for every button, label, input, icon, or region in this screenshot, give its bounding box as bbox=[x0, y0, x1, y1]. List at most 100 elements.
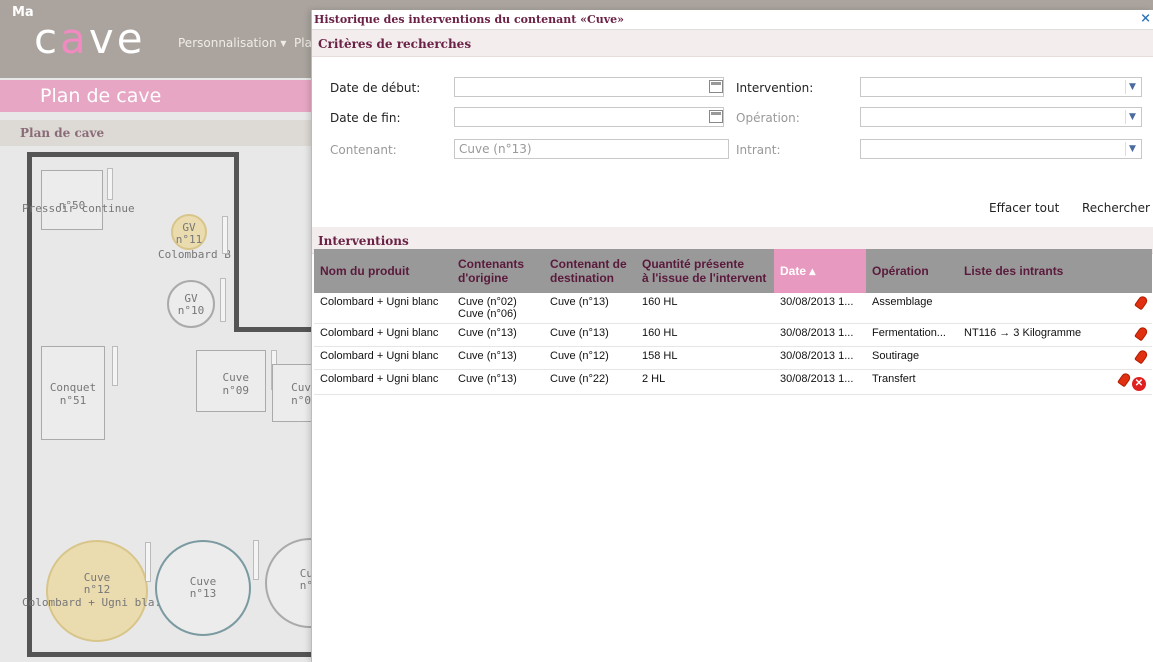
calendar-icon[interactable] bbox=[709, 80, 723, 93]
cell-date: 30/08/2013 1... bbox=[774, 323, 866, 347]
table-row[interactable]: Colombard + Ugni blanc Cuve (n°02) Cuve (… bbox=[314, 293, 1152, 324]
wall bbox=[27, 152, 32, 657]
chevron-down-icon[interactable]: ▼ bbox=[1125, 110, 1139, 124]
cell-actions bbox=[1108, 293, 1152, 324]
col-origine[interactable]: Contenants d'origine bbox=[452, 249, 544, 293]
cell-produit: Colombard + Ugni blanc bbox=[314, 369, 452, 395]
criteria-header: Critères de recherches bbox=[312, 30, 1153, 57]
date-fin-label: Date de fin: bbox=[330, 111, 401, 125]
edit-icon[interactable] bbox=[1134, 294, 1149, 311]
cell-origine: Cuve (n°13) bbox=[452, 323, 544, 347]
chevron-down-icon[interactable]: ▼ bbox=[1125, 80, 1139, 94]
contenant-field: Cuve (n°13) bbox=[454, 139, 729, 159]
date-debut-input[interactable] bbox=[454, 77, 724, 97]
gauge bbox=[222, 216, 228, 254]
gauge bbox=[112, 346, 118, 386]
nav-menu[interactable]: Personnalisation ▾ Pla bbox=[178, 36, 312, 50]
table-row[interactable]: Colombard + Ugni blanc Cuve (n°13) Cuve … bbox=[314, 346, 1152, 370]
cell-origine: Cuve (n°13) bbox=[452, 346, 544, 370]
logo: cave bbox=[34, 14, 146, 63]
col-quantite[interactable]: Quantité présente à l'issue de l'interven… bbox=[636, 249, 774, 293]
dialog-title-bar[interactable]: Historique des interventions du contenan… bbox=[312, 10, 1153, 30]
cell-produit: Colombard + Ugni blanc bbox=[314, 323, 452, 347]
cell-origine: Cuve (n°02) Cuve (n°06) bbox=[452, 293, 544, 324]
tank-gv11[interactable]: GV n°11 bbox=[171, 214, 207, 250]
table-row[interactable]: Colombard + Ugni blanc Cuve (n°13) Cuve … bbox=[314, 369, 1152, 395]
tank-cuve-partial[interactable]: Cuv n°0 bbox=[272, 364, 312, 422]
cell-quantite: 160 HL bbox=[636, 323, 774, 347]
cell-origine: Cuve (n°13) bbox=[452, 369, 544, 395]
cell-quantite: 160 HL bbox=[636, 293, 774, 324]
nav-item-plan[interactable]: Pla bbox=[294, 36, 312, 50]
cell-actions bbox=[1108, 323, 1152, 347]
search-button[interactable]: Rechercher bbox=[1082, 201, 1150, 215]
tank-cuve09[interactable]: Cuve n°09 bbox=[196, 350, 266, 412]
col-produit[interactable]: Nom du produit bbox=[314, 249, 452, 293]
clear-all-button[interactable]: Effacer tout bbox=[989, 201, 1059, 215]
intrant-label: Intrant: bbox=[736, 143, 781, 157]
chevron-down-icon[interactable]: ▼ bbox=[1125, 142, 1139, 156]
close-icon[interactable]: × bbox=[1140, 11, 1151, 26]
dialog-title: Historique des interventions du contenan… bbox=[314, 13, 624, 26]
cell-actions: ✕ bbox=[1108, 369, 1152, 395]
date-debut-label: Date de début: bbox=[330, 81, 421, 95]
table-row[interactable]: Colombard + Ugni blanc Cuve (n°13) Cuve … bbox=[314, 323, 1152, 347]
cell-operation: Transfert bbox=[866, 369, 958, 395]
contenant-label: Contenant: bbox=[330, 143, 397, 157]
tank-gv10[interactable]: GV n°10 bbox=[167, 280, 215, 328]
cell-intrants: NT116 → 3 Kilogramme bbox=[958, 323, 1108, 347]
wall bbox=[234, 327, 314, 332]
cell-actions bbox=[1108, 346, 1152, 370]
tank-label: Colombard + Ugni bla... bbox=[22, 596, 175, 609]
cell-intrants bbox=[958, 346, 1108, 370]
intervention-select[interactable]: ▼ bbox=[860, 77, 1142, 97]
col-date[interactable]: Date ▴ bbox=[774, 249, 866, 293]
operation-select[interactable]: ▼ bbox=[860, 107, 1142, 127]
cell-date: 30/08/2013 1... bbox=[774, 293, 866, 324]
delete-icon[interactable]: ✕ bbox=[1132, 377, 1146, 391]
cell-destination: Cuve (n°13) bbox=[544, 323, 636, 347]
calendar-icon[interactable] bbox=[709, 110, 723, 123]
tank-cuve13[interactable]: Cuve n°13 bbox=[155, 540, 251, 636]
col-intrants[interactable]: Liste des intrants bbox=[958, 249, 1108, 293]
col-destination[interactable]: Contenant de destination bbox=[544, 249, 636, 293]
nav-item-personnalisation[interactable]: Personnalisation ▾ bbox=[178, 36, 286, 50]
cell-produit: Colombard + Ugni blanc bbox=[314, 346, 452, 370]
cell-destination: Cuve (n°12) bbox=[544, 346, 636, 370]
gauge bbox=[107, 168, 113, 200]
edit-icon[interactable] bbox=[1134, 348, 1149, 365]
tank-conquet[interactable]: Conquet n°51 bbox=[41, 346, 105, 440]
cell-produit: Colombard + Ugni blanc bbox=[314, 293, 452, 324]
wall bbox=[27, 652, 317, 657]
history-dialog: Historique des interventions du contenan… bbox=[311, 10, 1153, 662]
cell-intrants bbox=[958, 369, 1108, 395]
tank-label: Pressoir continue bbox=[22, 202, 135, 215]
cell-destination: Cuve (n°22) bbox=[544, 369, 636, 395]
cell-quantite: 2 HL bbox=[636, 369, 774, 395]
gauge bbox=[145, 542, 151, 582]
edit-icon[interactable] bbox=[1117, 371, 1132, 388]
date-fin-input[interactable] bbox=[454, 107, 724, 127]
gauge bbox=[220, 278, 226, 322]
cell-destination: Cuve (n°13) bbox=[544, 293, 636, 324]
cell-operation: Fermentation... bbox=[866, 323, 958, 347]
col-actions bbox=[1108, 249, 1152, 293]
edit-icon[interactable] bbox=[1134, 325, 1149, 342]
wall bbox=[234, 152, 239, 332]
operation-label: Opération: bbox=[736, 111, 800, 125]
interventions-table: Nom du produit Contenants d'origine Conte… bbox=[314, 249, 1152, 395]
search-criteria-panel: Date de début: Date de fin: Contenant: C… bbox=[312, 57, 1153, 227]
intrant-select[interactable]: ▼ bbox=[860, 139, 1142, 159]
cell-date: 30/08/2013 1... bbox=[774, 346, 866, 370]
tank-pressoir[interactable]: n°50 bbox=[41, 170, 103, 230]
tank-cuve12[interactable]: Cuve n°12 bbox=[46, 540, 148, 642]
table-header-row: Nom du produit Contenants d'origine Conte… bbox=[314, 249, 1152, 293]
cell-date: 30/08/2013 1... bbox=[774, 369, 866, 395]
intervention-label: Intervention: bbox=[736, 81, 814, 95]
tank-label: Colombard B bbox=[158, 248, 231, 261]
cell-intrants bbox=[958, 293, 1108, 324]
cell-operation: Soutirage bbox=[866, 346, 958, 370]
logo-small: Ma bbox=[12, 5, 34, 20]
gauge bbox=[253, 540, 259, 580]
col-operation[interactable]: Opération bbox=[866, 249, 958, 293]
